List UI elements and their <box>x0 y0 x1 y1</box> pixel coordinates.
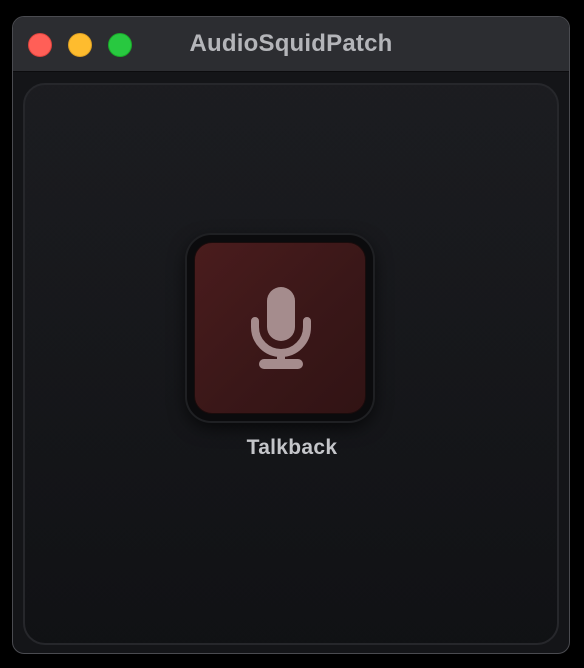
microphone-icon <box>251 287 311 369</box>
talkback-button[interactable] <box>194 242 366 414</box>
window-title: AudioSquidPatch <box>189 30 393 57</box>
talkback-tile <box>187 235 373 421</box>
talkback-label: Talkback <box>246 436 338 459</box>
title-bar[interactable]: AudioSquidPatch <box>13 17 569 72</box>
